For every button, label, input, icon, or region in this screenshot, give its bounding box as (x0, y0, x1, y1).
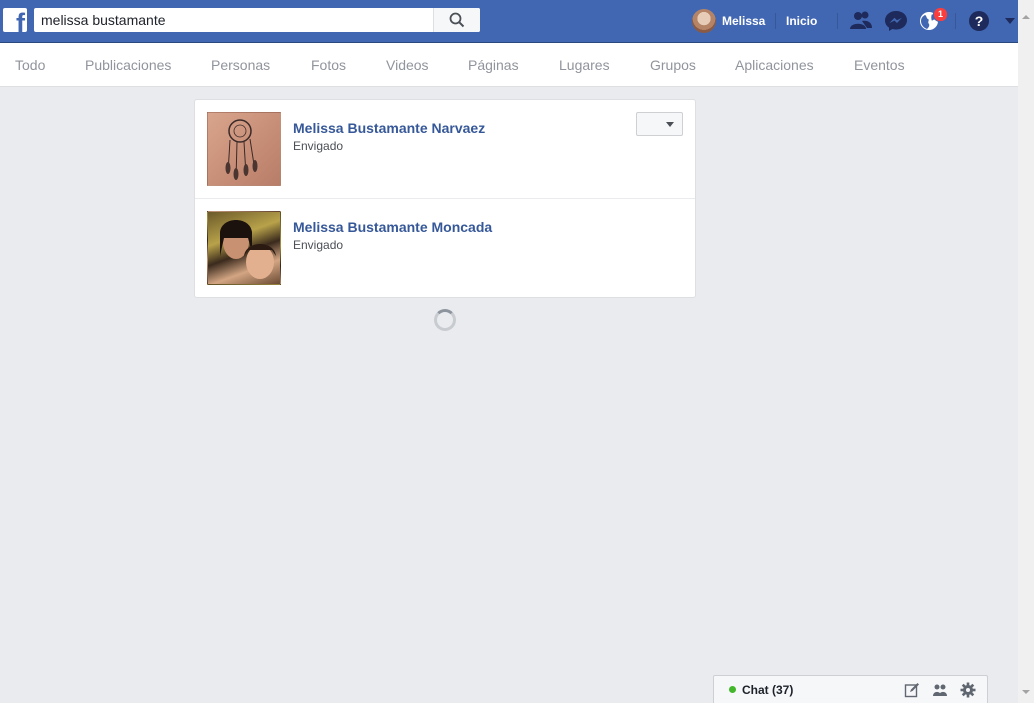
divider (775, 13, 776, 29)
search-input[interactable] (34, 8, 426, 32)
divider (955, 13, 956, 29)
divider (837, 13, 838, 29)
search-icon (449, 12, 465, 28)
scroll-up-arrow-icon[interactable] (1022, 15, 1030, 19)
friend-status-dropdown[interactable] (636, 112, 683, 136)
profile-link[interactable]: Melissa (692, 9, 765, 33)
compose-message-icon[interactable] (904, 682, 920, 698)
tab-personas[interactable]: Personas (211, 57, 270, 73)
search-button[interactable] (433, 8, 480, 32)
friend-requests-icon[interactable] (849, 10, 873, 32)
chat-sidebar-bar[interactable]: Chat (37) (713, 675, 988, 703)
result-item: Melissa Bustamante Narvaez Envigado (195, 100, 695, 198)
new-group-icon[interactable] (932, 682, 948, 698)
search-filter-tabs: Todo Publicaciones Personas Fotos Videos… (0, 43, 1018, 87)
online-status-dot (729, 686, 736, 693)
avatar (692, 9, 716, 33)
top-bar: f Melissa Inicio 1 ? (0, 0, 1018, 43)
tab-todo[interactable]: Todo (15, 57, 45, 73)
tab-fotos[interactable]: Fotos (311, 57, 346, 73)
result-item: Melissa Bustamante Moncada Envigado (195, 198, 695, 297)
tab-paginas[interactable]: Páginas (468, 57, 519, 73)
chat-settings-gear-icon[interactable] (960, 682, 976, 698)
logo-letter: f (16, 8, 25, 33)
tab-grupos[interactable]: Grupos (650, 57, 696, 73)
result-location: Envigado (293, 238, 344, 252)
tab-lugares[interactable]: Lugares (559, 57, 610, 73)
tab-publicaciones[interactable]: Publicaciones (85, 57, 171, 73)
dreamcatcher-tattoo-image (225, 119, 258, 180)
search-box (34, 8, 480, 32)
home-link[interactable]: Inicio (786, 14, 817, 28)
loading-spinner-icon (434, 309, 456, 331)
tab-eventos[interactable]: Eventos (854, 57, 905, 73)
profile-photo[interactable] (207, 112, 281, 186)
selfie-photo-image (220, 220, 276, 279)
result-location: Envigado (293, 139, 344, 153)
result-name[interactable]: Melissa Bustamante Narvaez (293, 120, 485, 136)
scroll-down-arrow-icon[interactable] (1022, 690, 1030, 694)
profile-name: Melissa (722, 14, 766, 28)
messenger-icon[interactable] (884, 10, 908, 32)
notifications-badge: 1 (933, 7, 948, 22)
tab-videos[interactable]: Videos (386, 57, 429, 73)
scrollbar[interactable] (1018, 0, 1034, 703)
tab-aplicaciones[interactable]: Aplicaciones (735, 57, 814, 73)
help-icon[interactable]: ? (969, 11, 989, 31)
profile-photo[interactable] (207, 211, 281, 285)
search-results-card: Melissa Bustamante Narvaez Envigado Meli… (194, 99, 696, 298)
chat-label[interactable]: Chat (37) (742, 683, 793, 697)
facebook-logo-icon[interactable]: f (3, 8, 27, 32)
result-name[interactable]: Melissa Bustamante Moncada (293, 219, 492, 235)
account-menu-caret-icon[interactable] (1005, 18, 1015, 24)
